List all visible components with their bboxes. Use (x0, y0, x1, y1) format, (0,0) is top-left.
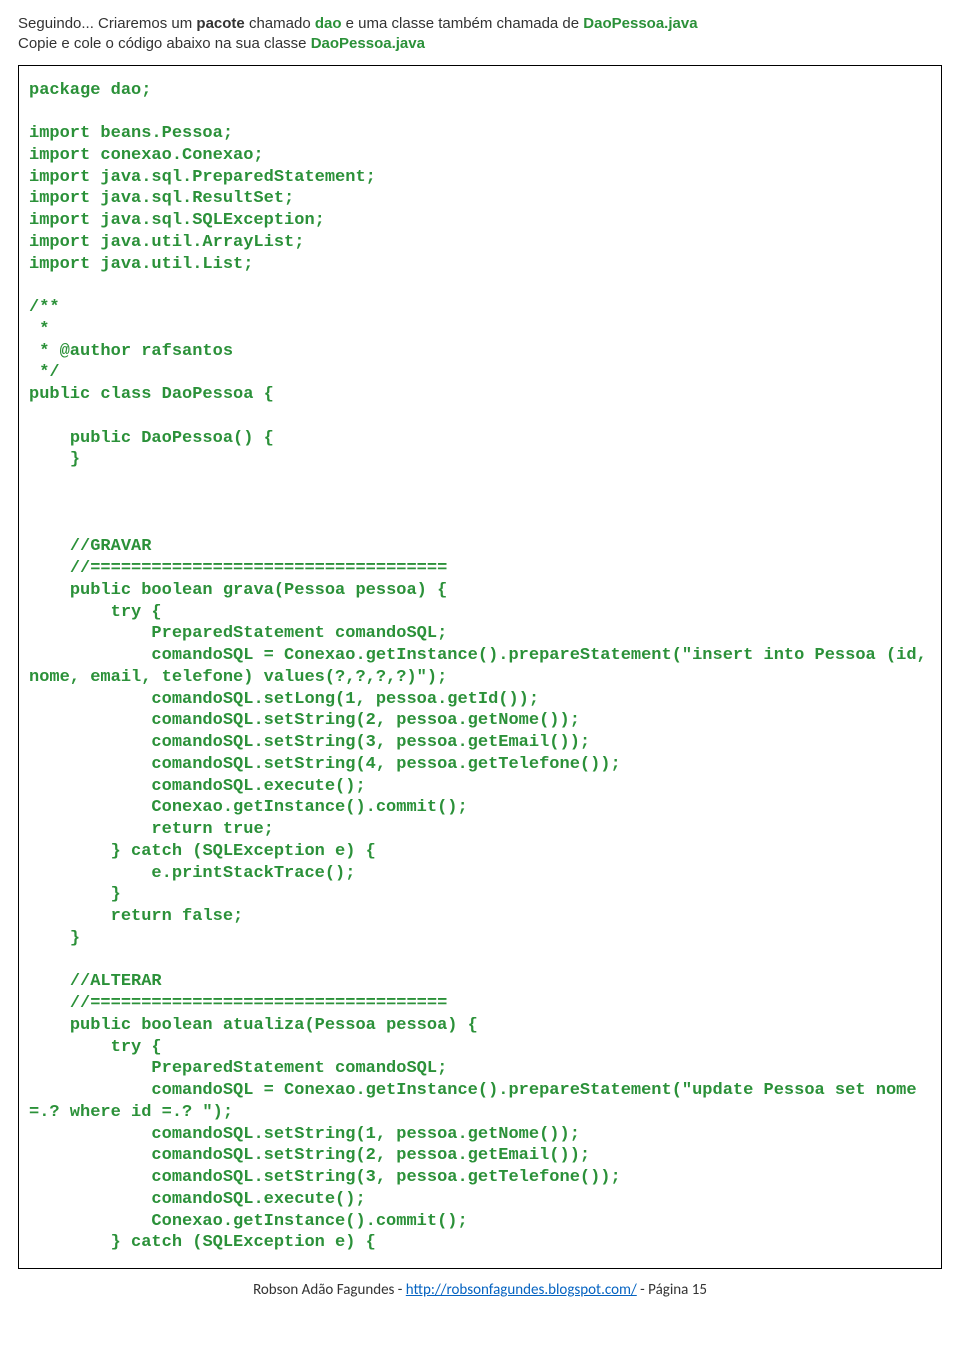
intro-green-daopessoa2: DaoPessoa.java (311, 35, 425, 52)
intro-bold-pacote: pacote (196, 15, 244, 32)
intro-text-1: Seguindo... Criaremos um (18, 15, 196, 32)
intro-paragraph: Seguindo... Criaremos um pacote chamado … (18, 14, 942, 55)
footer-page: - Página 15 (637, 1281, 707, 1299)
intro-green-daopessoa1: DaoPessoa.java (583, 15, 697, 32)
page-footer: Robson Adão Fagundes - http://robsonfagu… (18, 1281, 942, 1299)
intro-green-dao: dao (315, 15, 342, 32)
footer-link[interactable]: http://robsonfagundes.blogspot.com/ (406, 1281, 637, 1299)
code-block: package dao; import beans.Pessoa; import… (18, 65, 942, 1270)
footer-author: Robson Adão Fagundes - (253, 1281, 406, 1299)
intro-text-3: chamado (245, 15, 315, 32)
intro-text-7: Copie e cole o código abaixo na sua clas… (18, 35, 311, 52)
intro-text-5: e uma classe também chamada de (342, 15, 584, 32)
